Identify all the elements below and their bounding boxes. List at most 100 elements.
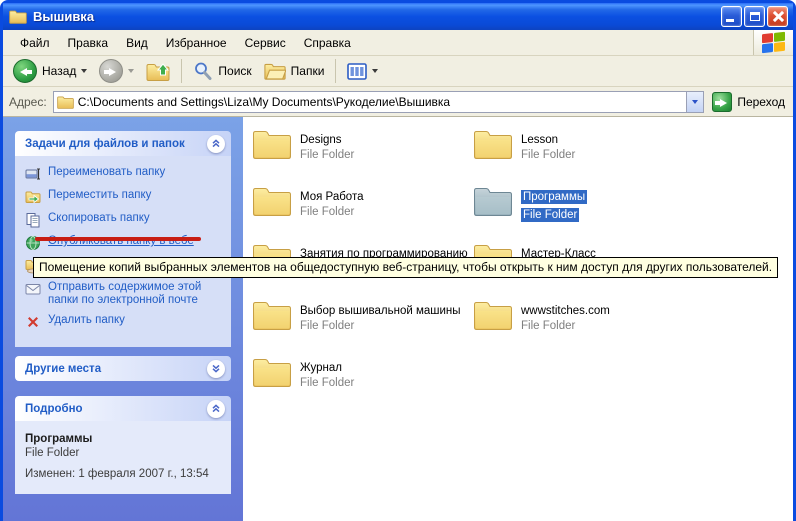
email-icon (25, 281, 41, 297)
folder-tile-lesson[interactable]: LessonFile Folder (473, 127, 763, 184)
address-combo (53, 91, 705, 113)
window-body: Задачи для файлов и папок (3, 117, 793, 521)
maximize-icon (750, 12, 760, 21)
tooltip-text: Помещение копий выбранных элементов на о… (39, 260, 772, 274)
windows-flag-icon (762, 32, 785, 53)
task-label: Удалить папку (48, 314, 125, 327)
folder-name: wwwstitches.com (521, 304, 610, 318)
address-label: Адрес: (9, 95, 47, 109)
folder-name: Designs (300, 133, 342, 147)
menu-favorites[interactable]: Избранное (157, 33, 236, 53)
rename-icon (25, 166, 41, 182)
forward-button[interactable] (95, 57, 138, 85)
address-folder-icon (57, 95, 74, 109)
folder-icon (252, 127, 292, 160)
address-bar: Адрес: Переход (3, 87, 793, 117)
folder-name: Lesson (521, 133, 558, 147)
views-dropdown-icon (372, 69, 378, 73)
folder-tile-wwwstitches[interactable]: wwwstitches.comFile Folder (473, 298, 763, 355)
address-dropdown-button[interactable] (686, 92, 703, 112)
folder-contents-view: DesignsFile Folder LessonFile Folder Моя… (243, 117, 793, 521)
red-annotation-underline (35, 237, 201, 241)
folder-icon (252, 298, 292, 331)
folder-type: File Folder (300, 148, 354, 162)
task-move-folder[interactable]: Переместить папку (25, 189, 227, 205)
folder-tile-moya-rabota[interactable]: Моя РаботаFile Folder (252, 184, 473, 241)
chevron-down-icon (211, 364, 221, 373)
task-label: Отправить содержимое этой папки по элект… (48, 281, 224, 307)
standard-buttons-toolbar: Назад Поиск (3, 56, 793, 87)
chevron-up-icon (211, 404, 221, 413)
task-label: Скопировать папку (48, 212, 150, 225)
task-pane-sidebar: Задачи для файлов и папок (3, 117, 243, 521)
details-title: Подробно (25, 403, 83, 415)
folder-type: File Folder (300, 319, 461, 333)
forward-dropdown-icon (128, 69, 134, 73)
folder-name: Программы (521, 190, 587, 204)
toolbar-separator (335, 59, 336, 83)
title-bar[interactable]: Вышивка (3, 3, 793, 30)
menu-view[interactable]: Вид (117, 33, 157, 53)
windows-logo (753, 30, 793, 55)
folder-tile-vybor-mashiny[interactable]: Выбор вышивальной машиныFile Folder (252, 298, 473, 355)
maximize-button[interactable] (744, 6, 765, 27)
back-icon (13, 59, 37, 83)
folders-button[interactable]: Папки (260, 60, 329, 82)
minimize-button[interactable] (721, 6, 742, 27)
go-label: Переход (737, 95, 785, 109)
folder-type: File Folder (521, 208, 579, 222)
other-places-header[interactable]: Другие места (15, 356, 231, 381)
folder-icon (252, 355, 292, 388)
go-arrow-icon (712, 92, 732, 112)
search-button[interactable]: Поиск (189, 59, 255, 83)
forward-icon (99, 59, 123, 83)
task-rename-folder[interactable]: Переименовать папку (25, 166, 227, 182)
folder-type: File Folder (300, 205, 363, 219)
toolbar-separator (181, 59, 182, 83)
menu-bar: Файл Правка Вид Избранное Сервис Справка (3, 30, 793, 56)
back-dropdown-icon (81, 69, 87, 73)
tooltip: Помещение копий выбранных элементов на о… (33, 257, 778, 278)
details-item-modified: Изменен: 1 февраля 2007 г., 13:54 (25, 468, 221, 480)
folder-name: Выбор вышивальной машины (300, 304, 461, 318)
details-header[interactable]: Подробно (15, 396, 231, 421)
window-folder-icon (9, 9, 27, 24)
folder-up-icon (146, 60, 170, 82)
folders-label: Папки (291, 64, 325, 78)
back-button[interactable]: Назад (9, 57, 91, 85)
menu-items: Файл Правка Вид Избранное Сервис Справка (3, 30, 753, 55)
folder-tile-zhurnal[interactable]: ЖурналFile Folder (252, 355, 473, 412)
menu-help[interactable]: Справка (295, 33, 360, 53)
other-places-title: Другие места (25, 363, 101, 375)
collapse-button[interactable] (207, 135, 225, 153)
window-title: Вышивка (33, 9, 719, 24)
collapse-button[interactable] (207, 400, 225, 418)
menu-edit[interactable]: Правка (59, 33, 118, 53)
menu-tools[interactable]: Сервис (236, 33, 295, 53)
move-folder-icon (25, 189, 41, 205)
back-label: Назад (42, 64, 76, 78)
up-button[interactable] (142, 58, 174, 84)
minimize-icon (726, 19, 734, 22)
tasks-panel-header[interactable]: Задачи для файлов и папок (15, 131, 231, 156)
details-item-name: Программы (25, 433, 221, 445)
folder-tile-programmy-selected[interactable]: Программы File Folder (473, 184, 763, 241)
expand-button[interactable] (207, 360, 225, 378)
folder-name: Моя Работа (300, 190, 363, 204)
task-email-folder-contents[interactable]: Отправить содержимое этой папки по элект… (25, 281, 227, 307)
views-button[interactable] (343, 61, 382, 82)
go-button[interactable]: Переход (710, 92, 787, 112)
task-delete-folder[interactable]: Удалить папку (25, 314, 227, 330)
folder-tile-designs[interactable]: DesignsFile Folder (252, 127, 473, 184)
details-panel: Подробно Программы File Folder Изменен: … (15, 396, 231, 494)
task-copy-folder[interactable]: Скопировать папку (25, 212, 227, 228)
address-input[interactable] (78, 95, 687, 109)
close-button[interactable] (767, 6, 788, 27)
views-icon (347, 63, 367, 80)
delete-icon (25, 314, 41, 330)
search-icon (193, 61, 213, 81)
folder-name: Журнал (300, 361, 342, 375)
details-body: Программы File Folder Изменен: 1 февраля… (15, 421, 231, 494)
menu-file[interactable]: Файл (11, 33, 59, 53)
search-label: Поиск (218, 64, 251, 78)
